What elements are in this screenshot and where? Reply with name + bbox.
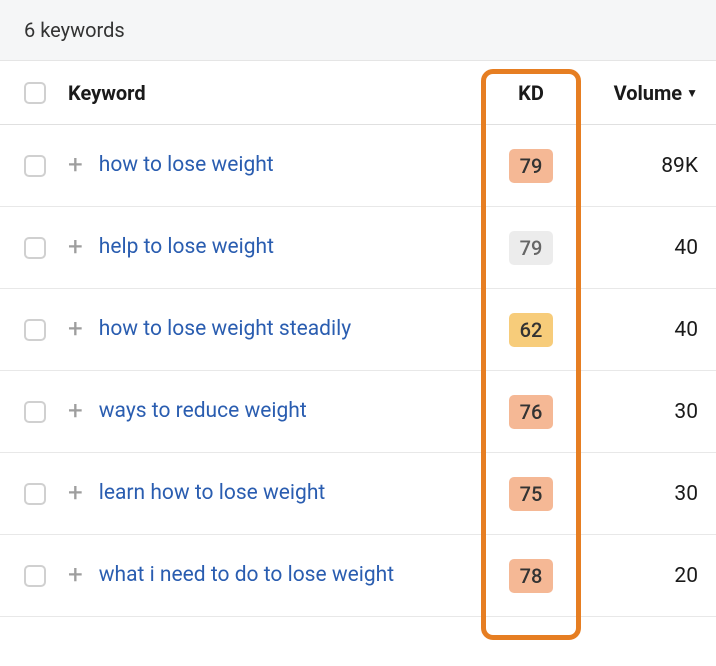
row-checkbox[interactable] bbox=[24, 319, 46, 341]
add-keyword-icon[interactable]: + bbox=[68, 316, 83, 342]
keyword-link[interactable]: ways to reduce weight bbox=[99, 398, 307, 425]
keyword-link[interactable]: what i need to do to lose weight bbox=[99, 562, 394, 589]
kd-badge: 79 bbox=[509, 231, 553, 265]
keyword-link[interactable]: learn how to lose weight bbox=[99, 480, 326, 507]
sort-desc-icon: ▼ bbox=[686, 86, 698, 100]
table-row: + how to lose weight 79 89K bbox=[0, 125, 716, 207]
volume-cell: 20 bbox=[576, 564, 716, 588]
column-header-kd[interactable]: KD bbox=[486, 71, 576, 115]
keyword-link[interactable]: how to lose weight steadily bbox=[99, 316, 351, 343]
volume-cell: 89K bbox=[576, 154, 716, 178]
kd-badge: 78 bbox=[509, 559, 553, 593]
select-all-checkbox[interactable] bbox=[24, 82, 46, 104]
column-header-volume[interactable]: Volume ▼ bbox=[576, 81, 716, 105]
results-count: 6 keywords bbox=[0, 0, 716, 61]
volume-header-label: Volume bbox=[614, 81, 683, 105]
kd-badge: 79 bbox=[509, 149, 553, 183]
table-row: + learn how to lose weight 75 30 bbox=[0, 453, 716, 535]
kd-badge: 76 bbox=[509, 395, 553, 429]
row-checkbox[interactable] bbox=[24, 237, 46, 259]
row-checkbox[interactable] bbox=[24, 565, 46, 587]
kd-badge: 62 bbox=[509, 313, 553, 347]
row-checkbox[interactable] bbox=[24, 401, 46, 423]
add-keyword-icon[interactable]: + bbox=[68, 398, 83, 424]
volume-cell: 30 bbox=[576, 482, 716, 506]
table-row: + what i need to do to lose weight 78 20 bbox=[0, 535, 716, 617]
table-header-row: Keyword KD Volume ▼ bbox=[0, 61, 716, 125]
column-header-keyword[interactable]: Keyword bbox=[68, 81, 486, 105]
keyword-link[interactable]: how to lose weight bbox=[99, 152, 274, 179]
add-keyword-icon[interactable]: + bbox=[68, 152, 83, 178]
row-checkbox[interactable] bbox=[24, 483, 46, 505]
keywords-table: Keyword KD Volume ▼ + how to lose weight 7… bbox=[0, 61, 716, 617]
add-keyword-icon[interactable]: + bbox=[68, 562, 83, 588]
table-row: + help to lose weight 79 40 bbox=[0, 207, 716, 289]
add-keyword-icon[interactable]: + bbox=[68, 480, 83, 506]
volume-cell: 40 bbox=[576, 318, 716, 342]
keyword-link[interactable]: help to lose weight bbox=[99, 234, 274, 261]
volume-cell: 40 bbox=[576, 236, 716, 260]
row-checkbox[interactable] bbox=[24, 155, 46, 177]
kd-badge: 75 bbox=[509, 477, 553, 511]
add-keyword-icon[interactable]: + bbox=[68, 234, 83, 260]
table-row: + ways to reduce weight 76 30 bbox=[0, 371, 716, 453]
volume-cell: 30 bbox=[576, 400, 716, 424]
table-row: + how to lose weight steadily 62 40 bbox=[0, 289, 716, 371]
